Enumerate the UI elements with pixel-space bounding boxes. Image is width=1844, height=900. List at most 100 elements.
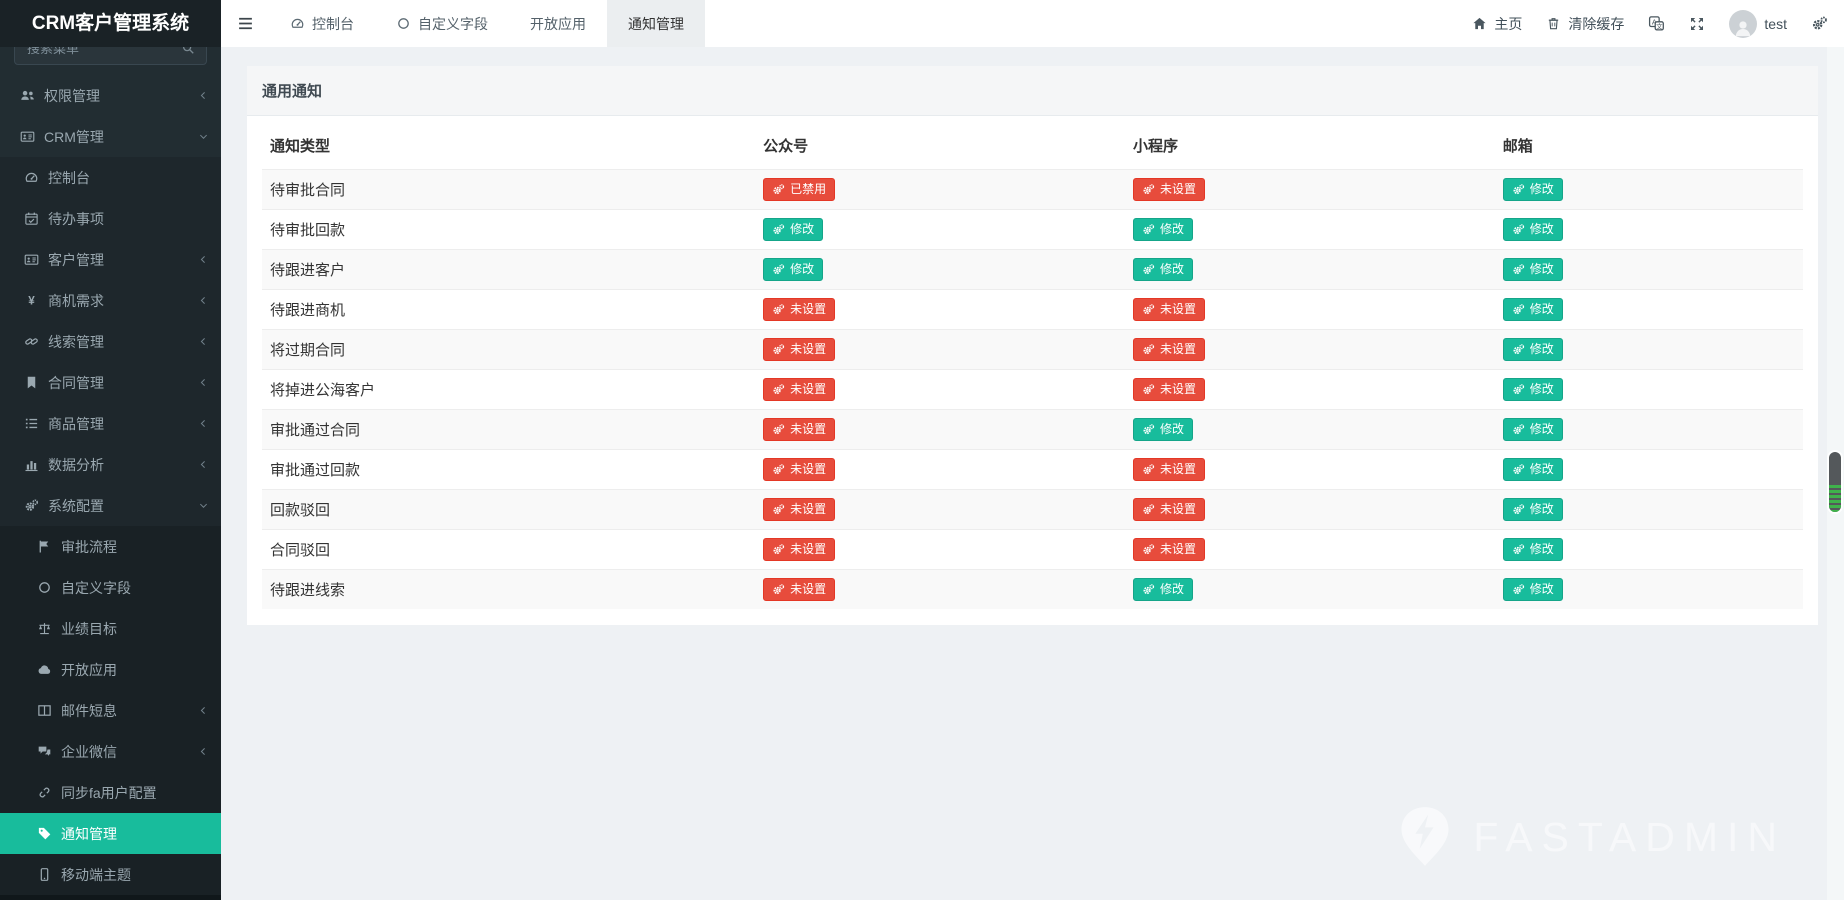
email-setting-button[interactable]: 修改 xyxy=(1503,498,1563,521)
username: test xyxy=(1764,16,1787,32)
home-link[interactable]: 主页 xyxy=(1472,14,1522,34)
clear-cache-button[interactable]: 清除缓存 xyxy=(1546,14,1624,34)
email-setting-button[interactable]: 修改 xyxy=(1503,538,1563,561)
email-setting-button[interactable]: 修改 xyxy=(1503,418,1563,441)
miniapp-setting-button[interactable]: 未设置 xyxy=(1133,538,1205,561)
scrollbar-thumb[interactable] xyxy=(1829,452,1841,512)
wechat-setting-button[interactable]: 已禁用 xyxy=(763,178,835,201)
wechat-setting-button[interactable]: 修改 xyxy=(763,258,823,281)
cogs-icon xyxy=(772,223,785,236)
language-switch-button[interactable]: A文 xyxy=(1648,15,1665,32)
email-setting-button[interactable]: 修改 xyxy=(1503,458,1563,481)
miniapp-setting-button[interactable]: 修改 xyxy=(1133,578,1193,601)
sidebar-item-sync-fa-user[interactable]: 同步fa用户配置 xyxy=(0,772,221,813)
tab-open-apps[interactable]: 开放应用 xyxy=(509,0,607,47)
sidebar-item-approval-flow[interactable]: 审批流程 xyxy=(0,526,221,567)
miniapp-cell: 修改 xyxy=(1125,210,1495,250)
email-setting-button[interactable]: 修改 xyxy=(1503,298,1563,321)
miniapp-setting-button[interactable]: 未设置 xyxy=(1133,298,1205,321)
miniapp-setting-button[interactable]: 修改 xyxy=(1133,258,1193,281)
sidebar-item-business-demand[interactable]: ¥商机需求 xyxy=(0,280,221,321)
sidebar-item-crm-management[interactable]: CRM管理 xyxy=(0,116,221,157)
miniapp-setting-button[interactable]: 未设置 xyxy=(1133,378,1205,401)
miniapp-cell: 未设置 xyxy=(1125,530,1495,570)
sidebar-item-data-analysis[interactable]: 数据分析 xyxy=(0,444,221,485)
fullscreen-button[interactable] xyxy=(1689,16,1705,32)
topbar: 控制台自定义字段 开放应用 通知管理 主页 清除缓存 A文 xyxy=(221,0,1844,47)
trash-icon xyxy=(1546,16,1561,31)
email-setting-button[interactable]: 修改 xyxy=(1503,578,1563,601)
tab-custom-fields[interactable]: 自定义字段 xyxy=(375,0,509,47)
email-setting-button[interactable]: 修改 xyxy=(1503,178,1563,201)
sidebar-item-system-config[interactable]: 系统配置 xyxy=(0,485,221,526)
tab-label: 开放应用 xyxy=(530,14,586,34)
wechat-setting-button[interactable]: 未设置 xyxy=(763,538,835,561)
notification-type-cell: 将掉进公海客户 xyxy=(262,370,755,410)
angle-left-icon xyxy=(198,459,209,470)
sidebar-item-performance-target[interactable]: 业绩目标 xyxy=(0,608,221,649)
cogs-icon xyxy=(772,343,785,356)
wechat-cell: 未设置 xyxy=(755,490,1125,530)
email-cell: 修改 xyxy=(1495,490,1803,530)
sidebar-item-leads-management[interactable]: 线索管理 xyxy=(0,321,221,362)
sidebar-item-wework[interactable]: 企业微信 xyxy=(0,731,221,772)
sidebar-item-dashboard[interactable]: 控制台 xyxy=(0,157,221,198)
button-label: 修改 xyxy=(1530,382,1554,397)
sidebar-item-customer-management[interactable]: 客户管理 xyxy=(0,239,221,280)
chart-icon xyxy=(24,457,39,472)
angle-left-icon xyxy=(198,336,209,347)
table-row: 待跟进客户修改修改修改 xyxy=(262,250,1803,290)
email-cell: 修改 xyxy=(1495,210,1803,250)
email-setting-button[interactable]: 修改 xyxy=(1503,218,1563,241)
notification-type-cell: 待审批合同 xyxy=(262,170,755,210)
sidebar-item-contract-management[interactable]: 合同管理 xyxy=(0,362,221,403)
miniapp-setting-button[interactable]: 未设置 xyxy=(1133,458,1205,481)
table-row: 待审批合同已禁用 未设置 修改 xyxy=(262,170,1803,210)
miniapp-setting-button[interactable]: 未设置 xyxy=(1133,178,1205,201)
table-row: 回款驳回未设置未设置修改 xyxy=(262,490,1803,530)
cogs-icon xyxy=(1142,183,1155,196)
sidebar-toggle-button[interactable] xyxy=(221,0,269,47)
button-label: 修改 xyxy=(1530,422,1554,437)
table-header-row: 通知类型公众号小程序邮箱 xyxy=(262,121,1803,170)
sidebar-item-label: 自定义字段 xyxy=(61,578,131,598)
wechat-setting-button[interactable]: 未设置 xyxy=(763,458,835,481)
wechat-setting-button[interactable]: 未设置 xyxy=(763,498,835,521)
miniapp-setting-button[interactable]: 未设置 xyxy=(1133,498,1205,521)
balance-icon xyxy=(37,621,52,636)
wechat-cell: 已禁用 xyxy=(755,170,1125,210)
sidebar-item-mail-sms[interactable]: 邮件短息 xyxy=(0,690,221,731)
wechat-setting-button[interactable]: 修改 xyxy=(763,218,823,241)
wechat-cell: 修改 xyxy=(755,250,1125,290)
user-menu[interactable]: test xyxy=(1729,10,1787,38)
email-setting-button[interactable]: 修改 xyxy=(1503,338,1563,361)
wechat-setting-button[interactable]: 未设置 xyxy=(763,418,835,441)
sidebar-item-custom-fields[interactable]: 自定义字段 xyxy=(0,567,221,608)
sidebar-item-product-management[interactable]: 商品管理 xyxy=(0,403,221,444)
column-header: 小程序 xyxy=(1125,121,1495,170)
miniapp-cell: 未设置 xyxy=(1125,450,1495,490)
tab-dashboard[interactable]: 控制台 xyxy=(269,0,375,47)
tab-notification-management[interactable]: 通知管理 xyxy=(607,0,705,47)
wechat-setting-button[interactable]: 未设置 xyxy=(763,338,835,361)
sidebar-item-notification-management[interactable]: 通知管理 xyxy=(0,813,221,854)
sidebar-item-auth-management[interactable]: 权限管理 xyxy=(0,75,221,116)
angle-left-icon xyxy=(198,377,209,388)
email-setting-button[interactable]: 修改 xyxy=(1503,378,1563,401)
watermark-text: FASTADMIN xyxy=(1473,814,1786,861)
email-setting-button[interactable]: 修改 xyxy=(1503,258,1563,281)
sidebar-item-todo-items[interactable]: 待办事项 xyxy=(0,198,221,239)
miniapp-setting-button[interactable]: 修改 xyxy=(1133,218,1193,241)
menu-search-input[interactable] xyxy=(14,47,207,65)
home-icon xyxy=(1472,16,1487,31)
miniapp-setting-button[interactable]: 未设置 xyxy=(1133,338,1205,361)
settings-button[interactable] xyxy=(1811,15,1828,32)
wechat-setting-button[interactable]: 未设置 xyxy=(763,298,835,321)
wechat-setting-button[interactable]: 未设置 xyxy=(763,378,835,401)
sidebar-item-label: 权限管理 xyxy=(44,86,100,106)
miniapp-setting-button[interactable]: 修改 xyxy=(1133,418,1193,441)
sidebar-item-open-apps[interactable]: 开放应用 xyxy=(0,649,221,690)
wechat-setting-button[interactable]: 未设置 xyxy=(763,578,835,601)
sidebar-item-mobile-theme[interactable]: 移动端主题 xyxy=(0,854,221,895)
button-label: 未设置 xyxy=(790,342,826,357)
